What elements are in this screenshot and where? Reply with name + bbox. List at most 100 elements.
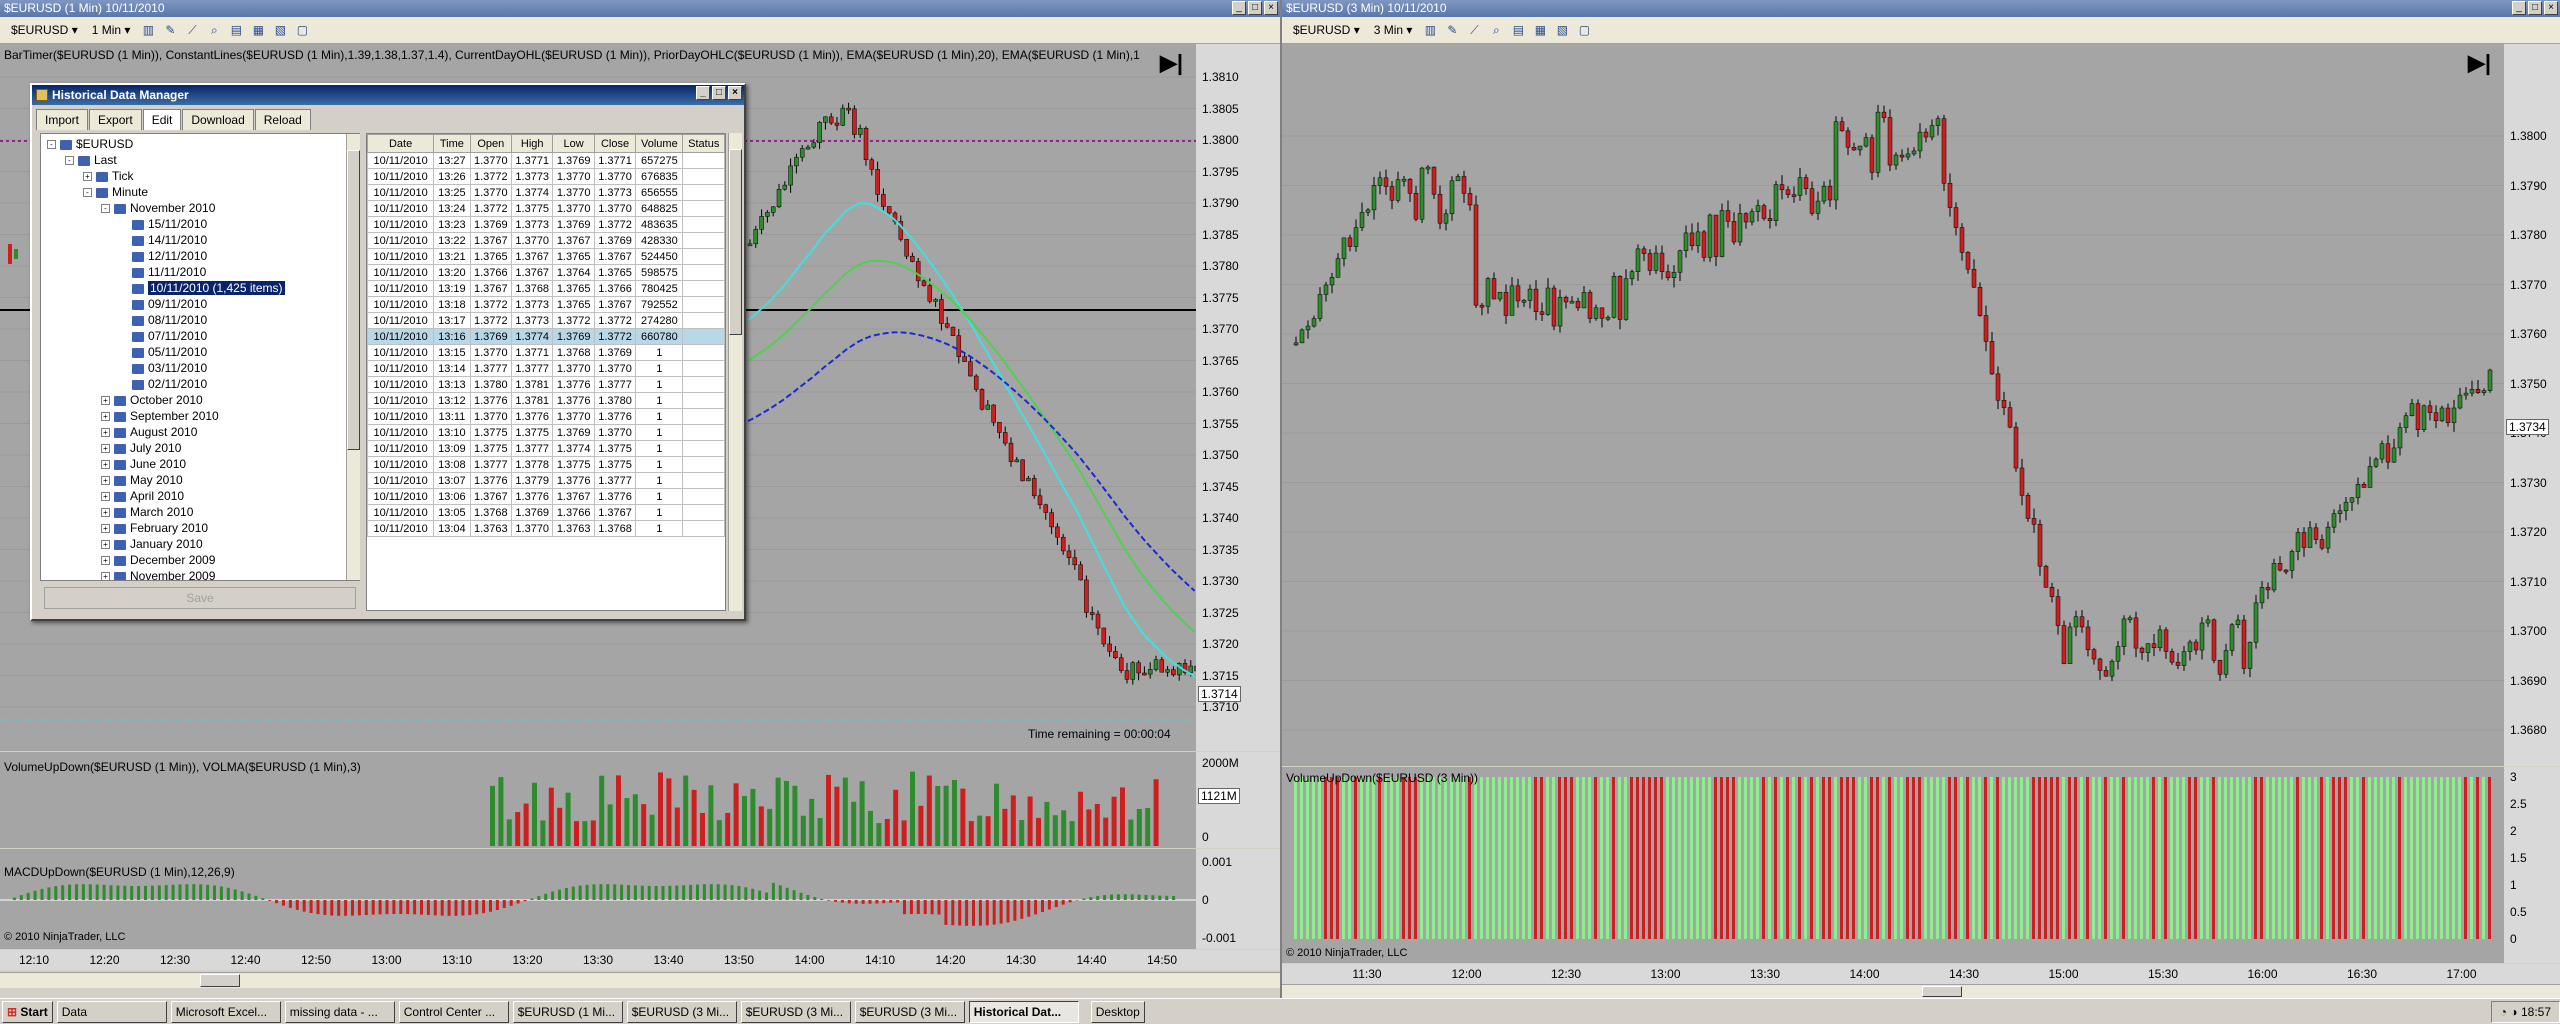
- draw-pencil-icon[interactable]: ✎: [1443, 21, 1461, 39]
- table-cell[interactable]: [682, 312, 725, 329]
- table-row[interactable]: 10/11/2010 13:07 1.3776 1.3779 1.3776 1.3777 1: [367, 472, 725, 489]
- table-cell[interactable]: 1.3777: [593, 472, 637, 489]
- tree-node[interactable]: 12/11/2010: [119, 248, 207, 264]
- table-cell[interactable]: [682, 360, 725, 377]
- left-hscrollbar[interactable]: [0, 972, 1280, 988]
- table-cell[interactable]: 10/11/2010: [367, 168, 435, 185]
- table-cell[interactable]: 1.3770: [552, 360, 595, 377]
- table-cell[interactable]: 1.3769: [552, 216, 595, 233]
- expand-icon[interactable]: +: [101, 508, 110, 518]
- table-cell[interactable]: 13:18: [433, 296, 471, 313]
- table-cell[interactable]: 1.3772: [469, 200, 513, 217]
- column-header[interactable]: Volume: [635, 134, 684, 153]
- table-cell[interactable]: 13:15: [433, 344, 471, 361]
- table-cell[interactable]: 1.3779: [511, 472, 554, 489]
- table-cell[interactable]: 660780: [635, 328, 684, 345]
- table-row[interactable]: 10/11/2010 13:19 1.3767 1.3768 1.3765 1.3766 7…: [367, 280, 725, 297]
- table-cell[interactable]: [682, 504, 725, 521]
- table-cell[interactable]: [682, 376, 725, 393]
- table-cell[interactable]: 13:26: [433, 168, 471, 185]
- table-cell[interactable]: 1.3774: [552, 440, 595, 457]
- collapse-icon[interactable]: -: [83, 188, 92, 198]
- table-cell[interactable]: 1.3770: [511, 232, 554, 249]
- zoom-icon[interactable]: ⌕: [205, 21, 223, 39]
- tree-node[interactable]: - $EURUSD: [47, 136, 133, 152]
- column-header[interactable]: Time: [433, 134, 471, 153]
- table-cell[interactable]: [682, 328, 725, 345]
- taskbar-item[interactable]: Historical Dat...: [968, 1000, 1079, 1023]
- table-cell[interactable]: [682, 472, 725, 489]
- column-header[interactable]: Low: [552, 134, 595, 153]
- table-cell[interactable]: 13:23: [433, 216, 471, 233]
- table-cell[interactable]: 656555: [635, 184, 684, 201]
- period-selector[interactable]: 3 Min ▾: [1369, 21, 1418, 39]
- table-cell[interactable]: [682, 264, 725, 281]
- table-row[interactable]: 10/11/2010 13:27 1.3770 1.3771 1.3769 1.3771 6…: [367, 152, 725, 169]
- table-cell[interactable]: [682, 408, 725, 425]
- table-cell[interactable]: 1.3763: [552, 520, 595, 537]
- right-price-panel[interactable]: ▶|: [1282, 44, 2504, 766]
- expand-icon[interactable]: +: [101, 556, 110, 566]
- table-cell[interactable]: 780425: [635, 280, 684, 297]
- table-cell[interactable]: 1.3772: [469, 296, 513, 313]
- table-row[interactable]: 10/11/2010 13:22 1.3767 1.3770 1.3767 1.3769 4…: [367, 232, 725, 249]
- table-cell[interactable]: 1.3775: [593, 440, 637, 457]
- table-cell[interactable]: 1.3773: [511, 312, 554, 329]
- table-row[interactable]: 10/11/2010 13:16 1.3769 1.3774 1.3769 1.3772 6…: [367, 328, 725, 345]
- strategies-icon[interactable]: ▧: [271, 21, 289, 39]
- table-cell[interactable]: 1.3766: [469, 264, 513, 281]
- tree-node[interactable]: 08/11/2010: [119, 312, 207, 328]
- collapse-icon[interactable]: -: [101, 204, 110, 214]
- table-cell[interactable]: 1.3775: [469, 440, 513, 457]
- table-cell[interactable]: 13:11: [433, 408, 471, 425]
- table-cell[interactable]: 1.3778: [511, 456, 554, 473]
- table-cell[interactable]: 13:05: [433, 504, 471, 521]
- right-hscrollbar[interactable]: [1282, 984, 2560, 998]
- taskbar-item[interactable]: $EURUSD (1 Mi...: [512, 1000, 623, 1023]
- table-cell[interactable]: 1.3767: [469, 232, 513, 249]
- collapse-icon[interactable]: -: [65, 156, 74, 166]
- tree-node[interactable]: + September 2010: [101, 408, 219, 424]
- right-scroll-thumb[interactable]: [1922, 986, 1962, 997]
- table-row[interactable]: 10/11/2010 13:10 1.3775 1.3775 1.3769 1.3770 1: [367, 424, 725, 441]
- table-cell[interactable]: 13:12: [433, 392, 471, 409]
- right-window-titlebar[interactable]: $EURUSD (3 Min) 10/11/2010 _ □ ×: [1282, 0, 2560, 17]
- table-cell[interactable]: 10/11/2010: [367, 376, 435, 393]
- maximize-button[interactable]: □: [2528, 1, 2542, 15]
- table-cell[interactable]: 1.3777: [593, 376, 637, 393]
- table-row[interactable]: 10/11/2010 13:24 1.3772 1.3775 1.3770 1.3770 6…: [367, 200, 725, 217]
- table-cell[interactable]: 13:25: [433, 184, 471, 201]
- table-cell[interactable]: 1.3776: [552, 472, 595, 489]
- tree-node[interactable]: 02/11/2010: [119, 376, 207, 392]
- left-window-titlebar[interactable]: $EURUSD (1 Min) 10/11/2010 _ □ ×: [0, 0, 1280, 17]
- table-cell[interactable]: 1.3765: [593, 264, 637, 281]
- properties-icon[interactable]: ▤: [227, 21, 245, 39]
- table-row[interactable]: 10/11/2010 13:15 1.3770 1.3771 1.3768 1.3769 1: [367, 344, 725, 361]
- column-header[interactable]: Open: [469, 134, 513, 153]
- table-row[interactable]: 10/11/2010 13:04 1.3763 1.3770 1.3763 1.3768 1: [367, 520, 725, 537]
- grid-scroll-thumb[interactable]: [729, 149, 742, 335]
- instrument-tree[interactable]: - $EURUSD - Last + Tick - Minute - November 2010 1…: [40, 133, 360, 581]
- draw-pencil-icon[interactable]: ✎: [161, 21, 179, 39]
- tree-scrollbar[interactable]: [346, 134, 360, 580]
- table-cell[interactable]: 10/11/2010: [367, 184, 435, 201]
- tree-node[interactable]: + February 2010: [101, 520, 208, 536]
- table-cell[interactable]: 13:10: [433, 424, 471, 441]
- table-cell[interactable]: 1: [635, 488, 684, 505]
- table-cell[interactable]: 1: [635, 392, 684, 409]
- table-row[interactable]: 10/11/2010 13:25 1.3770 1.3774 1.3770 1.3773 6…: [367, 184, 725, 201]
- table-cell[interactable]: 1.3768: [469, 504, 513, 521]
- expand-icon[interactable]: +: [101, 428, 110, 438]
- table-row[interactable]: 10/11/2010 13:21 1.3765 1.3767 1.3765 1.3767 5…: [367, 248, 725, 265]
- tree-node[interactable]: 03/11/2010: [119, 360, 207, 376]
- tree-node[interactable]: - November 2010: [101, 200, 215, 216]
- table-cell[interactable]: [682, 280, 725, 297]
- table-cell[interactable]: [682, 168, 725, 185]
- table-cell[interactable]: 1.3775: [511, 200, 554, 217]
- table-cell[interactable]: 1.3776: [552, 376, 595, 393]
- table-cell[interactable]: 657275: [635, 152, 684, 169]
- column-header[interactable]: Date: [367, 134, 435, 153]
- table-cell[interactable]: 10/11/2010: [367, 504, 435, 521]
- tree-node[interactable]: 15/11/2010: [119, 216, 207, 232]
- table-row[interactable]: 10/11/2010 13:23 1.3769 1.3773 1.3769 1.3772 4…: [367, 216, 725, 233]
